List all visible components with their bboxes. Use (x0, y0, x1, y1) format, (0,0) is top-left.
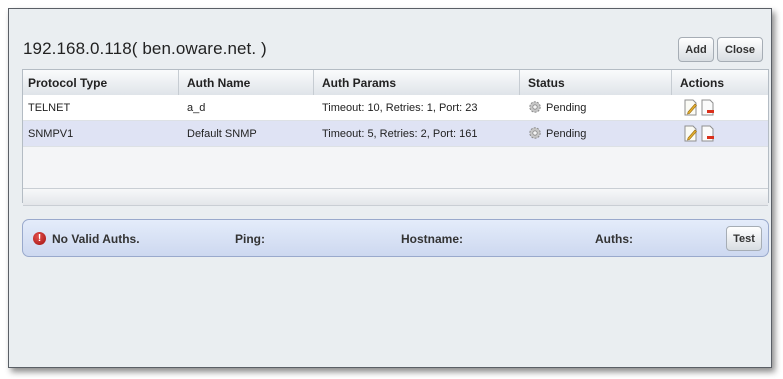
status-message: No Valid Auths. (52, 232, 140, 246)
edit-icon[interactable] (684, 125, 698, 142)
discovery-status-bar: ! No Valid Auths. Ping: Hostname: Auths:… (22, 219, 769, 257)
column-auth-params[interactable]: Auth Params (322, 76, 396, 90)
error-icon: ! (33, 232, 46, 245)
column-actions[interactable]: Actions (680, 76, 724, 90)
status-cell: Pending (546, 102, 587, 114)
gear-icon (529, 101, 541, 113)
ping-label: Ping: (235, 232, 265, 246)
edit-icon[interactable] (684, 99, 698, 116)
column-status[interactable]: Status (528, 76, 565, 90)
add-button[interactable]: Add (678, 37, 714, 62)
protocol-type-cell: TELNET (28, 102, 71, 114)
table-row[interactable]: SNMPV1 Default SNMP Timeout: 5, Retries:… (23, 121, 768, 147)
auth-name-cell: a_d (187, 102, 206, 114)
auth-name-cell: Default SNMP (187, 128, 257, 140)
status-cell: Pending (546, 128, 587, 140)
column-protocol-type[interactable]: Protocol Type (28, 76, 107, 90)
dialog-title: 192.168.0.118( ben.oware.net. ) (23, 39, 267, 58)
auths-label: Auths: (595, 232, 633, 246)
close-button[interactable]: Close (717, 37, 763, 62)
horizontal-scrollbar[interactable] (23, 188, 768, 206)
column-auth-name[interactable]: Auth Name (187, 76, 250, 90)
table-header: Protocol Type Auth Name Auth Params Stat… (23, 70, 768, 96)
auth-table: Protocol Type Auth Name Auth Params Stat… (22, 69, 769, 206)
delete-icon[interactable] (701, 99, 715, 116)
gear-icon (529, 127, 541, 139)
hostname-label: Hostname: (401, 232, 464, 246)
auth-dialog: 192.168.0.118( ben.oware.net. ) Add Clos… (8, 8, 772, 368)
test-button[interactable]: Test (726, 226, 762, 251)
protocol-type-cell: SNMPV1 (28, 128, 74, 140)
auth-params-cell: Timeout: 5, Retries: 2, Port: 161 (322, 128, 478, 140)
auth-params-cell: Timeout: 10, Retries: 1, Port: 23 (322, 102, 478, 114)
delete-icon[interactable] (701, 125, 715, 142)
table-row[interactable]: TELNET a_d Timeout: 10, Retries: 1, Port… (23, 95, 768, 121)
